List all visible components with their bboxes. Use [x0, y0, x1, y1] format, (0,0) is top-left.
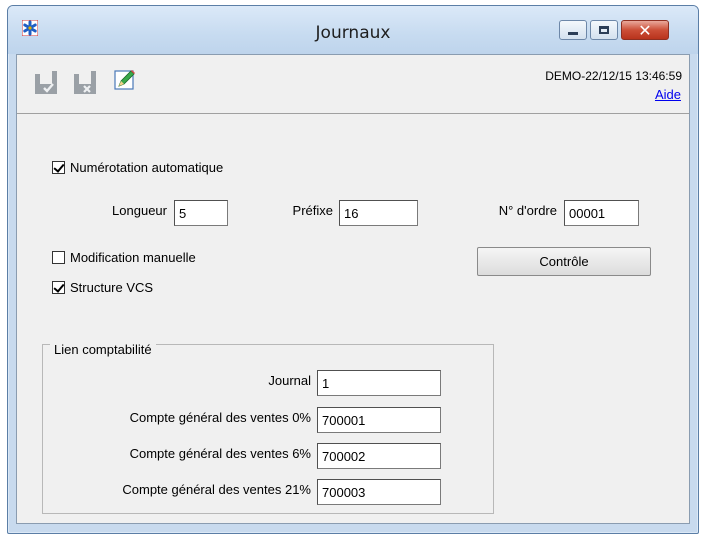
sales-6-label: Compte général des ventes 6%: [129, 446, 311, 461]
help-link[interactable]: Aide: [655, 87, 681, 102]
sales-0-input[interactable]: 700001: [317, 407, 441, 433]
control-button[interactable]: Contrôle: [477, 247, 651, 276]
sales-21-input[interactable]: 700003: [317, 479, 441, 505]
journaux-window: Journaux ✕ DEMO-22/12/15 13:46:59 Aide N…: [7, 5, 699, 534]
manual-edit-checkbox[interactable]: [52, 251, 65, 264]
save-cancel-icon[interactable]: [73, 68, 97, 96]
sales-6-input[interactable]: 700002: [317, 443, 441, 469]
length-label: Longueur: [112, 203, 167, 218]
title-bar[interactable]: Journaux ✕: [8, 6, 698, 54]
vcs-structure-checkbox[interactable]: [52, 281, 65, 294]
order-number-label: N° d'ordre: [498, 203, 557, 218]
manual-edit-label: Modification manuelle: [70, 250, 196, 265]
accounting-group-title: Lien comptabilité: [50, 342, 156, 357]
close-button[interactable]: ✕: [621, 20, 669, 40]
auto-numbering-label: Numérotation automatique: [70, 160, 224, 175]
minimize-icon: [560, 21, 586, 39]
maximize-button[interactable]: [590, 20, 618, 40]
save-check-icon[interactable]: [34, 68, 58, 96]
toolbar: DEMO-22/12/15 13:46:59 Aide: [17, 55, 689, 114]
sales-0-label: Compte général des ventes 0%: [129, 410, 311, 425]
length-input[interactable]: 5: [174, 200, 228, 226]
session-timestamp: DEMO-22/12/15 13:46:59: [545, 69, 682, 83]
auto-numbering-checkbox[interactable]: [52, 161, 65, 174]
client-area: DEMO-22/12/15 13:46:59 Aide Numérotation…: [16, 54, 690, 524]
order-number-input[interactable]: 00001: [564, 200, 639, 226]
vcs-structure-label: Structure VCS: [70, 280, 154, 295]
prefix-input[interactable]: 16: [339, 200, 418, 226]
close-icon: ✕: [638, 20, 652, 40]
prefix-label: Préfixe: [292, 203, 333, 218]
maximize-icon: [591, 21, 617, 39]
pencil-edit-icon[interactable]: [114, 69, 136, 91]
journal-label: Journal: [268, 373, 311, 388]
sales-21-label: Compte général des ventes 21%: [122, 482, 311, 497]
minimize-button[interactable]: [559, 20, 587, 40]
journal-input[interactable]: 1: [317, 370, 441, 396]
